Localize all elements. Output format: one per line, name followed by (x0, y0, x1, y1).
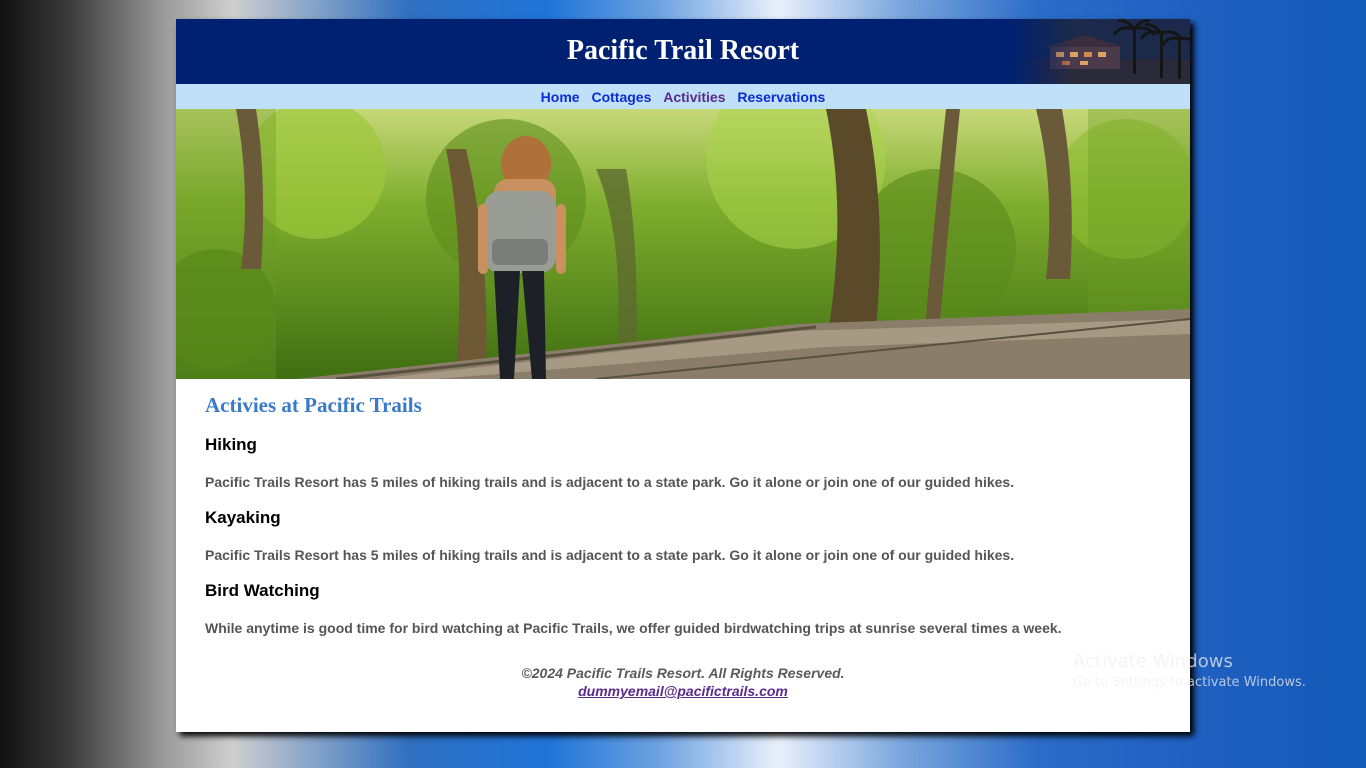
footer-email-link[interactable]: dummyemail@pacifictrails.com (578, 683, 788, 699)
site-header: Pacific Trail Resort (176, 19, 1190, 84)
section-text-bird-watching: While anytime is good time for bird watc… (205, 620, 1062, 636)
section-title-kayaking: Kayaking (205, 508, 281, 527)
nav-activities-link[interactable]: Activities (663, 89, 725, 105)
site-footer: ©2024 Pacific Trails Resort. All Rights … (176, 664, 1190, 700)
nav-home-link[interactable]: Home (541, 89, 580, 105)
activate-windows-watermark: Activate Windows Go to Settings to activ… (1073, 651, 1306, 690)
nav-reservations-link[interactable]: Reservations (737, 89, 825, 105)
watermark-subtitle: Go to Settings to activate Windows. (1073, 675, 1306, 690)
section-title-bird-watching: Bird Watching (205, 581, 320, 600)
section-text-hiking: Pacific Trails Resort has 5 miles of hik… (205, 474, 1015, 490)
main-content: Activies at Pacific Trails Hiking Pacifi… (176, 379, 1190, 636)
hiking-trail-hero-image (176, 109, 1190, 379)
page-heading: Activies at Pacific Trails (205, 393, 422, 417)
nav-cottages-link[interactable]: Cottages (591, 89, 651, 105)
page-wrapper: Pacific Trail Resort Home Cottages Activ… (176, 19, 1190, 732)
section-text-kayaking: Pacific Trails Resort has 5 miles of hik… (205, 547, 1015, 563)
watermark-title: Activate Windows (1073, 651, 1233, 672)
resort-header-image (1010, 19, 1190, 84)
main-nav: Home Cottages Activities Reservations (176, 84, 1190, 109)
copyright-text: ©2024 Pacific Trails Resort. All Rights … (521, 665, 845, 681)
section-title-hiking: Hiking (205, 435, 257, 454)
